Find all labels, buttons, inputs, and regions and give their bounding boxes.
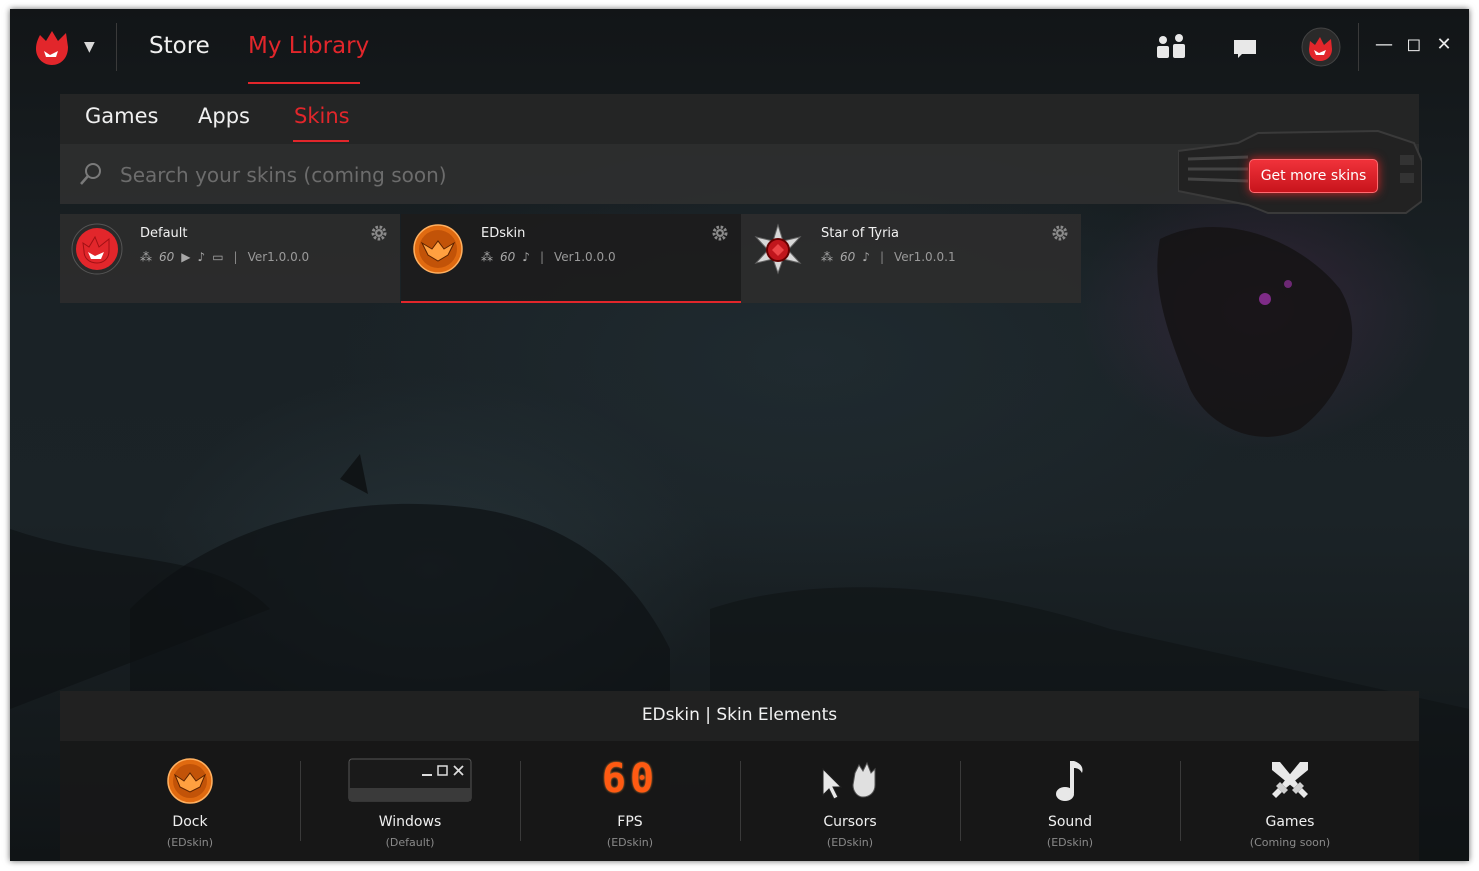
edskin-icon bbox=[413, 224, 463, 274]
element-source: (EDskin) bbox=[166, 836, 214, 849]
element-source: (Default) bbox=[385, 836, 435, 849]
cursor-icon bbox=[822, 761, 876, 800]
app-logo-icon[interactable] bbox=[32, 27, 76, 67]
user-avatar[interactable] bbox=[1300, 27, 1342, 67]
tab-apps[interactable]: Apps bbox=[198, 104, 250, 128]
skin-version: Ver1.0.0.0 bbox=[247, 250, 310, 264]
skin-card-default[interactable]: Default ⁂ 60 ▶ ♪ ▭ | Ver1.0.0.0 bbox=[60, 214, 400, 303]
window-icon: ▭ bbox=[212, 250, 224, 264]
skin-elements-title: EDskin | Skin Elements bbox=[60, 705, 1419, 725]
title-bar: ▼ Store My Library — ◻ ✕ bbox=[10, 9, 1469, 87]
nav-store[interactable]: Store bbox=[149, 33, 210, 59]
element-label: Games bbox=[1265, 814, 1315, 830]
friends-icon[interactable] bbox=[1154, 31, 1188, 63]
selected-skin-name: EDskin bbox=[641, 705, 700, 725]
skin-card-edskin[interactable]: EDskin ⁂ 60 ♪ | Ver1.0.0.0 bbox=[401, 214, 741, 303]
chevron-down-icon[interactable]: ▼ bbox=[84, 39, 95, 55]
element-windows[interactable]: Windows (Default) bbox=[300, 741, 520, 861]
skin-name: EDskin bbox=[481, 226, 526, 241]
active-nav-indicator bbox=[248, 82, 360, 84]
fps-icon: 60 bbox=[500, 250, 516, 264]
dock-icon: ⁂ bbox=[481, 250, 493, 264]
sound-icon: ♪ bbox=[522, 250, 530, 264]
skin-version: Ver1.0.0.0 bbox=[554, 250, 616, 264]
fps-icon: 60 bbox=[840, 250, 856, 264]
element-source: (EDskin) bbox=[606, 836, 654, 849]
divider: | bbox=[879, 250, 884, 264]
skin-version: Ver1.0.0.1 bbox=[894, 250, 956, 264]
divider bbox=[1358, 23, 1359, 71]
selected-indicator bbox=[401, 301, 741, 303]
skin-card-star-of-tyria[interactable]: Star of Tyria ⁂ 60 ♪ | Ver1.0.0.1 bbox=[741, 214, 1081, 303]
skin-elements-list: Dock (EDskin) Windows (Default) 60 FPS (… bbox=[60, 741, 1419, 861]
dock-icon bbox=[167, 758, 213, 804]
element-label: Windows bbox=[378, 814, 442, 830]
element-dock[interactable]: Dock (EDskin) bbox=[80, 741, 300, 861]
search-input[interactable] bbox=[118, 158, 822, 192]
app-window: ▼ Store My Library — ◻ ✕ Games Apps Skin… bbox=[10, 9, 1469, 861]
element-fps[interactable]: 60 FPS (EDskin) bbox=[520, 741, 740, 861]
skin-meta: ⁂ 60 ▶ ♪ ▭ | Ver1.0.0.0 bbox=[140, 250, 309, 264]
fps-icon: 60 bbox=[159, 250, 175, 264]
element-source: (EDskin) bbox=[1046, 836, 1094, 849]
element-source: (Coming soon) bbox=[1249, 836, 1331, 849]
cursor-icon: ▶ bbox=[181, 250, 191, 264]
fps-counter: 60 bbox=[601, 756, 659, 802]
divider: | bbox=[539, 250, 544, 264]
crossed-swords-icon bbox=[1272, 762, 1308, 798]
maximize-icon[interactable]: ◻ bbox=[1404, 35, 1424, 55]
skin-elements-label: Skin Elements bbox=[716, 705, 838, 725]
window-icon bbox=[348, 758, 472, 802]
sound-icon: ♪ bbox=[197, 250, 206, 264]
search-icon bbox=[80, 163, 101, 185]
sound-icon bbox=[1056, 761, 1083, 801]
gear-icon[interactable] bbox=[711, 224, 729, 242]
close-icon[interactable]: ✕ bbox=[1434, 35, 1454, 55]
tab-games[interactable]: Games bbox=[85, 104, 158, 128]
gear-icon[interactable] bbox=[1051, 224, 1069, 242]
get-more-skins-button[interactable]: Get more skins bbox=[1249, 159, 1378, 193]
skin-meta: ⁂ 60 ♪ | Ver1.0.0.0 bbox=[481, 250, 616, 264]
gear-icon[interactable] bbox=[370, 224, 388, 242]
skin-meta: ⁂ 60 ♪ | Ver1.0.0.1 bbox=[821, 250, 956, 264]
nav-my-library[interactable]: My Library bbox=[248, 33, 369, 59]
dock-icon: ⁂ bbox=[821, 250, 833, 264]
element-sound[interactable]: Sound (EDskin) bbox=[960, 741, 1180, 861]
divider bbox=[116, 23, 117, 71]
element-label: Dock bbox=[172, 814, 208, 830]
element-cursors[interactable]: Cursors (EDskin) bbox=[740, 741, 960, 861]
element-label: Sound bbox=[1047, 814, 1093, 830]
element-games[interactable]: Games (Coming soon) bbox=[1180, 741, 1400, 861]
skin-elements-header: EDskin | Skin Elements bbox=[60, 691, 1419, 741]
active-tab-indicator bbox=[293, 140, 349, 142]
star-of-tyria-icon bbox=[754, 223, 802, 275]
divider: | bbox=[233, 250, 238, 264]
element-label: FPS bbox=[617, 814, 643, 830]
skin-name: Star of Tyria bbox=[821, 226, 899, 241]
tab-skins[interactable]: Skins bbox=[294, 104, 350, 128]
title-separator: | bbox=[705, 705, 711, 725]
element-source: (EDskin) bbox=[826, 836, 874, 849]
minimize-icon[interactable]: — bbox=[1374, 35, 1394, 55]
skin-name: Default bbox=[140, 226, 188, 241]
default-skin-icon bbox=[71, 223, 123, 275]
sound-icon: ♪ bbox=[862, 250, 870, 264]
dock-icon: ⁂ bbox=[140, 250, 152, 264]
chat-icon[interactable] bbox=[1228, 31, 1262, 63]
element-label: Cursors bbox=[823, 814, 877, 830]
